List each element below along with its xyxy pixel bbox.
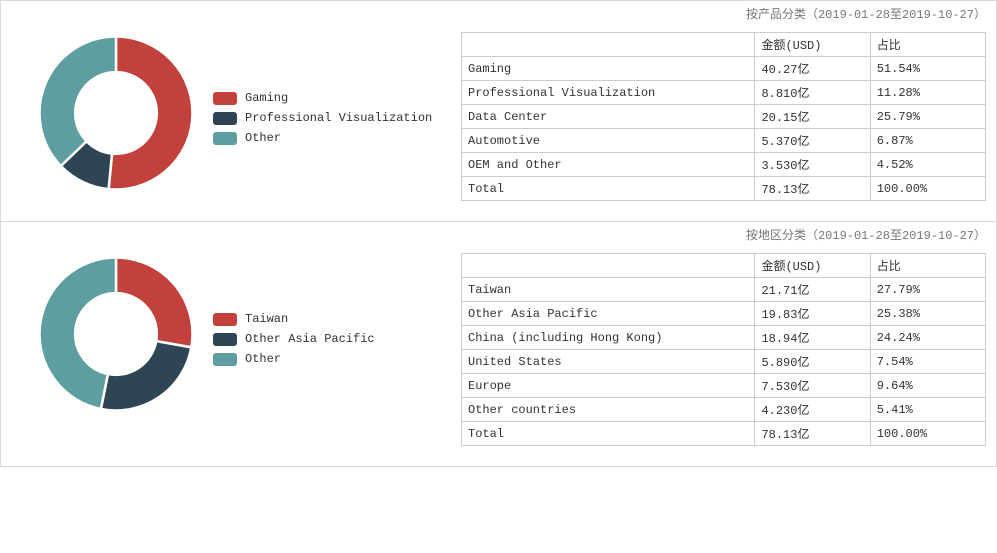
chart-product-area: Gaming Professional Visualization Other <box>1 28 461 198</box>
col-amount-header: 金额(USD) <box>755 254 870 278</box>
legend-item: Professional Visualization <box>213 111 432 125</box>
table-cell: 5.890亿 <box>755 350 870 374</box>
table-row: Europe7.530亿9.64% <box>462 374 986 398</box>
table-cell: 24.24% <box>870 326 985 350</box>
table-row: OEM and Other3.530亿4.52% <box>462 153 986 177</box>
table-cell: 9.64% <box>870 374 985 398</box>
table-cell: 21.71亿 <box>755 278 870 302</box>
table-product-area: 金额(USD) 占比 Gaming40.27亿51.54%Professiona… <box>461 28 996 201</box>
panel-product-body: Gaming Professional Visualization Other … <box>1 28 996 221</box>
panel-product-title: 按产品分类（2019-01-28至2019-10-27） <box>1 1 996 28</box>
table-cell: Taiwan <box>462 278 755 302</box>
table-cell: Gaming <box>462 57 755 81</box>
table-row: Gaming40.27亿51.54% <box>462 57 986 81</box>
table-row: Professional Visualization8.810亿11.28% <box>462 81 986 105</box>
table-cell: Total <box>462 422 755 446</box>
table-cell: 7.54% <box>870 350 985 374</box>
table-cell: 27.79% <box>870 278 985 302</box>
donut-slice <box>40 37 117 166</box>
table-row: Taiwan21.71亿27.79% <box>462 278 986 302</box>
table-row: Other countries4.230亿5.41% <box>462 398 986 422</box>
legend-label: Other <box>245 352 281 366</box>
table-cell: 18.94亿 <box>755 326 870 350</box>
table-cell: 100.00% <box>870 177 985 201</box>
table-cell: 5.370亿 <box>755 129 870 153</box>
table-cell: Other countries <box>462 398 755 422</box>
table-cell: 8.810亿 <box>755 81 870 105</box>
table-row: Total78.13亿100.00% <box>462 422 986 446</box>
donut-slice <box>116 258 193 348</box>
legend-item: Other <box>213 131 432 145</box>
table-row: Data Center20.15亿25.79% <box>462 105 986 129</box>
table-product: 金额(USD) 占比 Gaming40.27亿51.54%Professiona… <box>461 32 986 201</box>
table-cell: 7.530亿 <box>755 374 870 398</box>
col-pct-header: 占比 <box>870 33 985 57</box>
panel-product: 按产品分类（2019-01-28至2019-10-27） Gaming Prof… <box>0 0 997 222</box>
table-cell: 20.15亿 <box>755 105 870 129</box>
legend-swatch-navy <box>213 333 237 346</box>
table-cell: 25.38% <box>870 302 985 326</box>
legend-product: Gaming Professional Visualization Other <box>213 75 432 151</box>
table-region: 金额(USD) 占比 Taiwan21.71亿27.79%Other Asia … <box>461 253 986 446</box>
panel-region: 按地区分类（2019-01-28至2019-10-27） Taiwan Othe… <box>0 222 997 467</box>
table-cell: 6.87% <box>870 129 985 153</box>
legend-swatch-red <box>213 313 237 326</box>
table-row: China (including Hong Kong)18.94亿24.24% <box>462 326 986 350</box>
legend-item: Taiwan <box>213 312 375 326</box>
legend-swatch-navy <box>213 112 237 125</box>
table-row: Total78.13亿100.00% <box>462 177 986 201</box>
table-cell: 25.79% <box>870 105 985 129</box>
table-cell: 78.13亿 <box>755 422 870 446</box>
table-cell: Data Center <box>462 105 755 129</box>
table-cell: 19.83亿 <box>755 302 870 326</box>
donut-slice <box>39 258 116 409</box>
donut-chart-region <box>31 249 201 419</box>
legend-label: Professional Visualization <box>245 111 432 125</box>
table-cell: 5.41% <box>870 398 985 422</box>
table-cell: OEM and Other <box>462 153 755 177</box>
legend-label: Taiwan <box>245 312 288 326</box>
table-cell: 11.28% <box>870 81 985 105</box>
table-cell: 4.230亿 <box>755 398 870 422</box>
table-cell: 78.13亿 <box>755 177 870 201</box>
legend-swatch-red <box>213 92 237 105</box>
legend-swatch-teal <box>213 353 237 366</box>
col-name-header <box>462 254 755 278</box>
legend-label: Other <box>245 131 281 145</box>
col-pct-header: 占比 <box>870 254 985 278</box>
col-name-header <box>462 33 755 57</box>
table-cell: 4.52% <box>870 153 985 177</box>
legend-region: Taiwan Other Asia Pacific Other <box>213 296 375 372</box>
table-cell: China (including Hong Kong) <box>462 326 755 350</box>
table-cell: Automotive <box>462 129 755 153</box>
table-header-row: 金额(USD) 占比 <box>462 33 986 57</box>
chart-region-area: Taiwan Other Asia Pacific Other <box>1 249 461 419</box>
col-amount-header: 金额(USD) <box>755 33 870 57</box>
legend-label: Other Asia Pacific <box>245 332 375 346</box>
donut-slice <box>109 37 193 190</box>
legend-item: Gaming <box>213 91 432 105</box>
table-cell: United States <box>462 350 755 374</box>
table-row: Automotive5.370亿6.87% <box>462 129 986 153</box>
donut-slice <box>101 341 191 410</box>
table-cell: 40.27亿 <box>755 57 870 81</box>
table-row: Other Asia Pacific19.83亿25.38% <box>462 302 986 326</box>
table-cell: 51.54% <box>870 57 985 81</box>
donut-chart-product <box>31 28 201 198</box>
legend-swatch-teal <box>213 132 237 145</box>
table-row: United States5.890亿7.54% <box>462 350 986 374</box>
panel-region-title: 按地区分类（2019-01-28至2019-10-27） <box>1 222 996 249</box>
table-cell: Total <box>462 177 755 201</box>
legend-item: Other <box>213 352 375 366</box>
table-cell: 100.00% <box>870 422 985 446</box>
table-region-area: 金额(USD) 占比 Taiwan21.71亿27.79%Other Asia … <box>461 249 996 446</box>
table-cell: Europe <box>462 374 755 398</box>
table-header-row: 金额(USD) 占比 <box>462 254 986 278</box>
panel-region-body: Taiwan Other Asia Pacific Other 金额(USD) <box>1 249 996 466</box>
legend-label: Gaming <box>245 91 288 105</box>
table-cell: Professional Visualization <box>462 81 755 105</box>
table-cell: 3.530亿 <box>755 153 870 177</box>
table-cell: Other Asia Pacific <box>462 302 755 326</box>
legend-item: Other Asia Pacific <box>213 332 375 346</box>
